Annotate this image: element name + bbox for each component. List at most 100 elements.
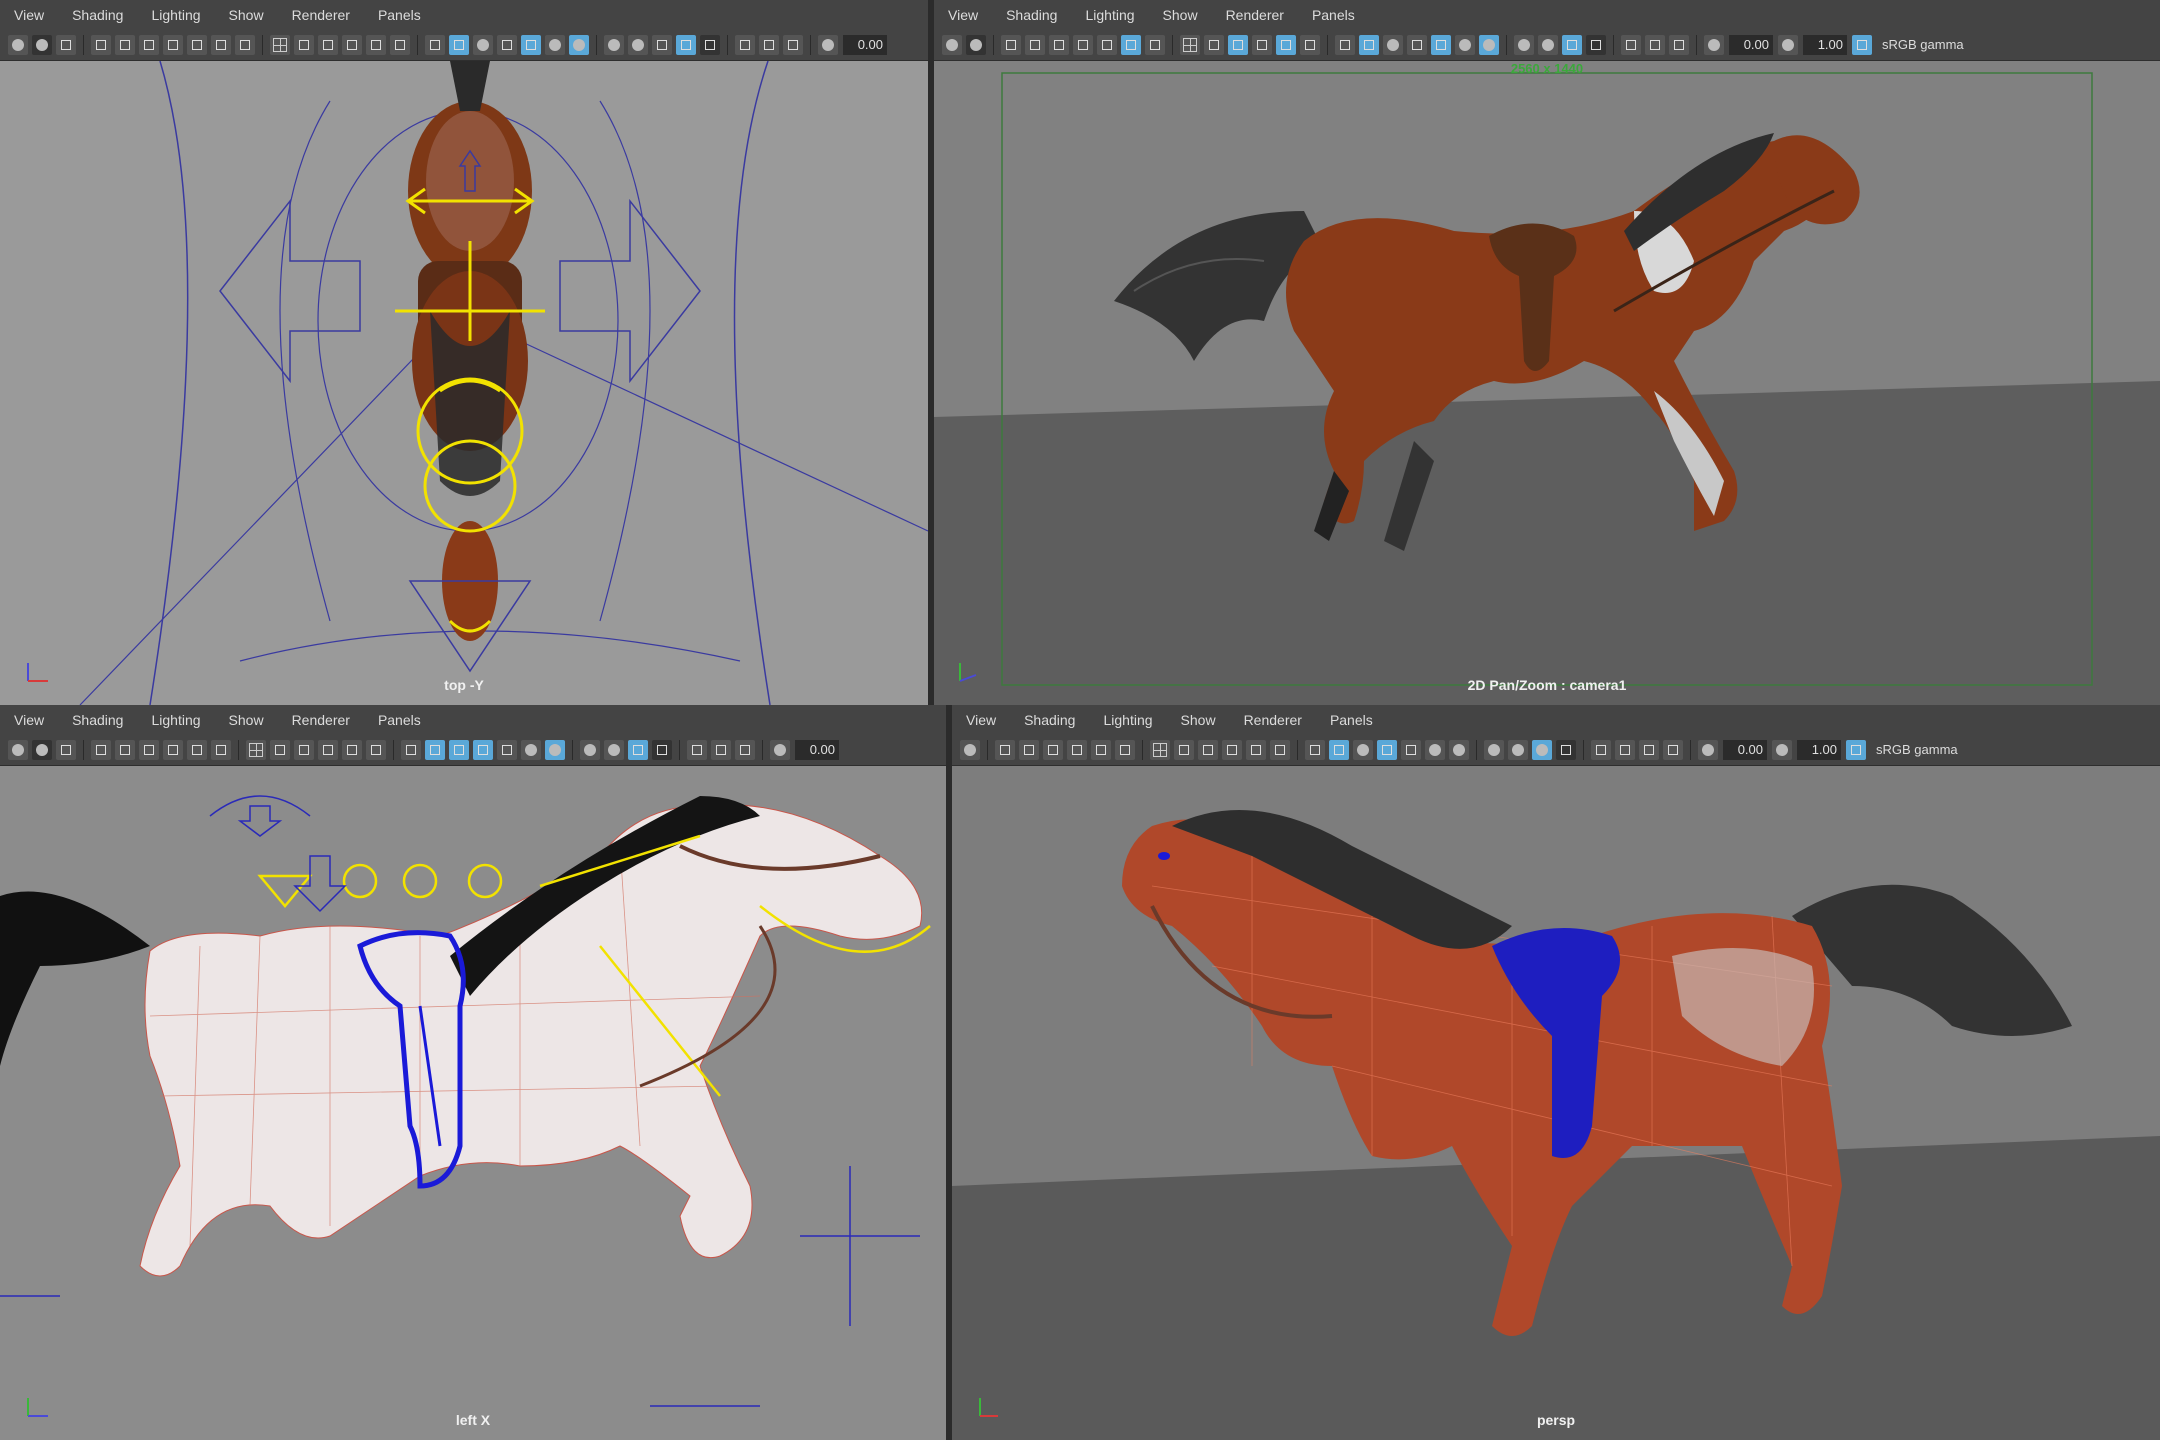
viewport-canvas[interactable]: left X xyxy=(0,766,946,1440)
safe-area-icon[interactable] xyxy=(342,35,362,55)
safe-action-icon[interactable] xyxy=(187,740,207,760)
smooth-shade-icon[interactable] xyxy=(1359,35,1379,55)
menu-renderer[interactable]: Renderer xyxy=(278,705,364,735)
exposure-icon[interactable] xyxy=(818,35,838,55)
wireframe-on-shaded-icon[interactable] xyxy=(449,740,469,760)
color-management-icon[interactable] xyxy=(1852,35,1872,55)
resolution-gate-icon[interactable] xyxy=(1067,740,1087,760)
xray-joints-icon[interactable] xyxy=(1621,35,1641,55)
select-camera-icon[interactable] xyxy=(8,35,28,55)
exposure-icon[interactable] xyxy=(1698,740,1718,760)
safe-action-icon[interactable] xyxy=(1091,740,1111,760)
menu-shading[interactable]: Shading xyxy=(1010,705,1089,735)
wireframe-on-shaded-icon[interactable] xyxy=(1383,35,1403,55)
2d-pan-zoom-icon[interactable] xyxy=(211,740,231,760)
menu-shading[interactable]: Shading xyxy=(58,0,137,30)
backface-icon[interactable] xyxy=(1669,35,1689,55)
gamma-icon[interactable] xyxy=(1772,740,1792,760)
default-material-icon[interactable] xyxy=(1407,35,1427,55)
textured-icon[interactable] xyxy=(521,35,541,55)
safe-title-icon[interactable] xyxy=(211,35,231,55)
shadows-icon[interactable] xyxy=(1449,740,1469,760)
menu-view[interactable]: View xyxy=(0,705,58,735)
color-space-dropdown[interactable]: sRGB gamma xyxy=(1878,35,1968,55)
safe-area-icon[interactable] xyxy=(318,740,338,760)
menu-show[interactable]: Show xyxy=(215,705,278,735)
film-gate-icon[interactable] xyxy=(1043,740,1063,760)
depth-of-field-icon[interactable] xyxy=(628,740,648,760)
menu-renderer[interactable]: Renderer xyxy=(1212,0,1298,30)
viewport-canvas[interactable]: top -Y xyxy=(0,61,928,705)
menu-panels[interactable]: Panels xyxy=(364,0,435,30)
shadows-icon[interactable] xyxy=(545,740,565,760)
menu-show[interactable]: Show xyxy=(1149,0,1212,30)
isolate-select-icon[interactable] xyxy=(652,740,672,760)
exposure-field[interactable]: 0.00 xyxy=(1729,35,1773,55)
multisample-icon[interactable] xyxy=(1532,740,1552,760)
select-camera-icon[interactable] xyxy=(942,35,962,55)
textured-icon[interactable] xyxy=(1401,740,1421,760)
film-origin-icon[interactable] xyxy=(342,740,362,760)
wireframe-icon[interactable] xyxy=(1335,35,1355,55)
viewport-canvas[interactable]: 2560 x 1440 2D Pan/Zoom : camera1 xyxy=(934,61,2160,705)
isolate-select-icon[interactable] xyxy=(1586,35,1606,55)
film-gate-icon[interactable] xyxy=(139,740,159,760)
safe-action-icon[interactable] xyxy=(1097,35,1117,55)
xray-joints-icon[interactable] xyxy=(687,740,707,760)
bookmark-icon[interactable] xyxy=(91,35,111,55)
xray-active-icon[interactable] xyxy=(1645,35,1665,55)
backface-icon[interactable] xyxy=(1639,740,1659,760)
menu-view[interactable]: View xyxy=(0,0,58,30)
ambient-occlusion-icon[interactable] xyxy=(1484,740,1504,760)
xray-icon[interactable] xyxy=(390,35,410,55)
select-camera-icon[interactable] xyxy=(960,740,980,760)
menu-view[interactable]: View xyxy=(952,705,1010,735)
gamma-icon[interactable] xyxy=(1778,35,1798,55)
menu-show[interactable]: Show xyxy=(1167,705,1230,735)
film-origin-icon[interactable] xyxy=(1246,740,1266,760)
menu-panels[interactable]: Panels xyxy=(1316,705,1387,735)
gamma-field[interactable]: 1.00 xyxy=(1797,740,1841,760)
gate-mask-icon[interactable] xyxy=(294,35,314,55)
menu-view[interactable]: View xyxy=(934,0,992,30)
color-space-dropdown[interactable]: sRGB gamma xyxy=(1872,740,1962,760)
textured-icon[interactable] xyxy=(1431,35,1451,55)
grid-icon[interactable] xyxy=(1150,740,1170,760)
camera-attributes-icon[interactable] xyxy=(32,740,52,760)
default-material-icon[interactable] xyxy=(497,35,517,55)
menu-lighting[interactable]: Lighting xyxy=(137,705,214,735)
viewport-camera1[interactable]: View Shading Lighting Show Renderer Pane… xyxy=(934,0,2160,705)
shadows-icon[interactable] xyxy=(1479,35,1499,55)
2d-pan-zoom-icon[interactable] xyxy=(1115,740,1135,760)
wireframe-on-shaded-icon[interactable] xyxy=(1353,740,1373,760)
multisample-icon[interactable] xyxy=(1562,35,1582,55)
lights-icon[interactable] xyxy=(521,740,541,760)
film-gate-icon[interactable] xyxy=(139,35,159,55)
textured-icon[interactable] xyxy=(497,740,517,760)
wireframe-icon[interactable] xyxy=(1305,740,1325,760)
menu-lighting[interactable]: Lighting xyxy=(1089,705,1166,735)
bookmark-icon[interactable] xyxy=(91,740,111,760)
resolution-gate-icon[interactable] xyxy=(163,35,183,55)
lights-icon[interactable] xyxy=(1455,35,1475,55)
gamma-field[interactable]: 1.00 xyxy=(1803,35,1847,55)
grease-pencil-icon[interactable] xyxy=(1145,35,1165,55)
viewport-top[interactable]: View Shading Lighting Show Renderer Pane… xyxy=(0,0,928,705)
color-management-icon[interactable] xyxy=(1846,740,1866,760)
viewport-persp[interactable]: View Shading Lighting Show Renderer Pane… xyxy=(952,705,2160,1440)
ambient-occlusion-icon[interactable] xyxy=(1514,35,1534,55)
safe-area-icon[interactable] xyxy=(1276,35,1296,55)
ambient-occlusion-icon[interactable] xyxy=(580,740,600,760)
grid-icon[interactable] xyxy=(1180,35,1200,55)
camera-icon[interactable] xyxy=(1019,740,1039,760)
resolution-gate-icon[interactable] xyxy=(1073,35,1093,55)
exposure-field[interactable]: 0.00 xyxy=(843,35,887,55)
viewport-left[interactable]: View Shading Lighting Show Renderer Pane… xyxy=(0,705,946,1440)
select-camera-icon[interactable] xyxy=(8,740,28,760)
depth-of-field-icon[interactable] xyxy=(676,35,696,55)
menu-shading[interactable]: Shading xyxy=(58,705,137,735)
image-plane-icon[interactable] xyxy=(56,740,76,760)
bookmark-icon[interactable] xyxy=(1001,35,1021,55)
xray-active-icon[interactable] xyxy=(711,740,731,760)
motion-blur-icon[interactable] xyxy=(604,740,624,760)
